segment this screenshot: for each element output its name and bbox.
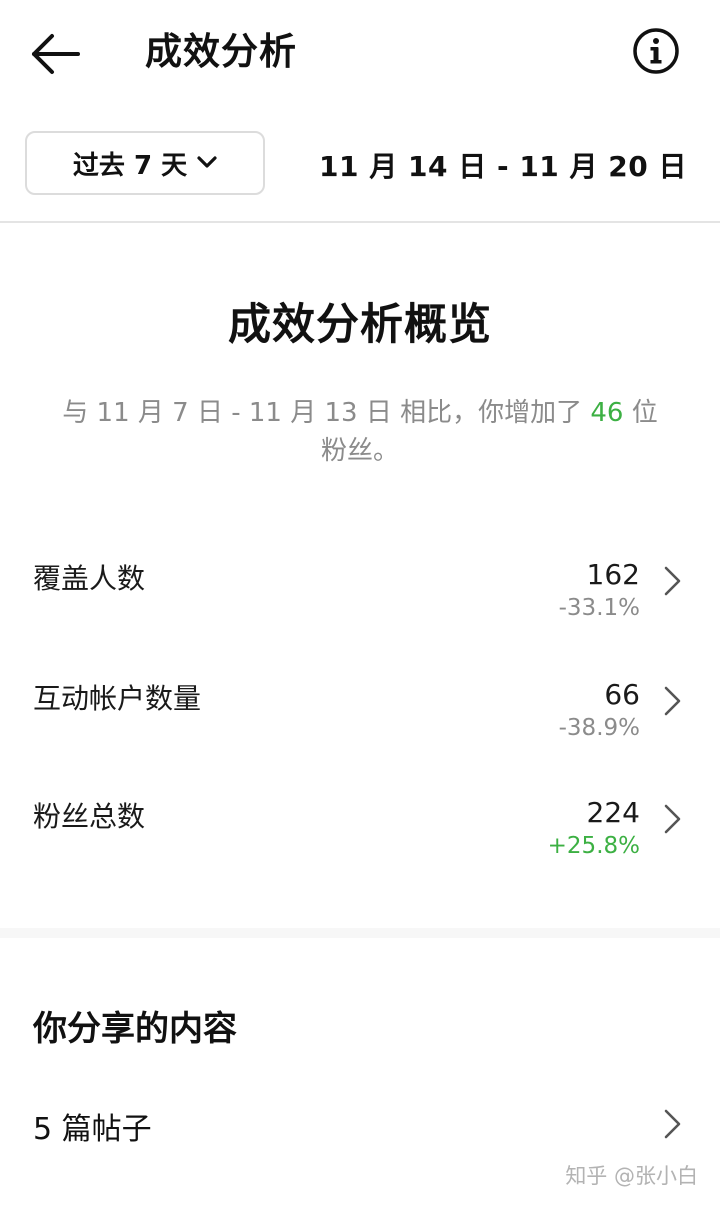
watermark: 知乎 @张小白 <box>565 1164 698 1188</box>
info-circle-icon <box>633 28 679 74</box>
follower-increase-count: 46 <box>590 398 624 428</box>
chevron-right-icon <box>664 1109 681 1139</box>
metric-change: -33.1% <box>558 595 640 621</box>
chevron-down-icon <box>197 156 217 168</box>
divider <box>0 221 720 223</box>
chevron-right-icon <box>664 566 681 596</box>
metric-row-reach[interactable]: 覆盖人数 162 -33.1% <box>0 558 720 660</box>
arrow-left-icon <box>32 34 80 74</box>
info-button[interactable] <box>630 25 682 77</box>
overview-summary: 与 11 月 7 日 - 11 月 13 日 相比，你增加了 46 位粉丝。 <box>60 394 660 470</box>
section-divider <box>0 928 720 938</box>
metric-change: +25.8% <box>547 833 640 859</box>
date-range-selected: 过去 7 天 <box>72 150 188 181</box>
metric-change: -38.9% <box>558 715 640 741</box>
posts-row[interactable]: 5 篇帖子 <box>0 1105 720 1165</box>
back-button[interactable] <box>22 22 86 86</box>
metric-row-engaged-accounts[interactable]: 互动帐户数量 66 -38.9% <box>0 678 720 780</box>
metric-value: 224 <box>586 796 640 829</box>
metric-label: 覆盖人数 <box>33 562 146 595</box>
chevron-right-icon <box>664 686 681 716</box>
metric-label: 粉丝总数 <box>33 800 146 833</box>
date-range-label: 11 月 14 日 - 11 月 20 日 <box>319 150 687 183</box>
overview-title: 成效分析概览 <box>228 300 492 350</box>
posts-count-label: 5 篇帖子 <box>33 1112 152 1147</box>
metric-row-total-followers[interactable]: 粉丝总数 224 +25.8% <box>0 796 720 898</box>
shared-content-title: 你分享的内容 <box>33 1009 237 1049</box>
date-range-dropdown[interactable]: 过去 7 天 <box>25 131 265 195</box>
metric-value: 162 <box>586 558 640 591</box>
metric-value: 66 <box>604 678 640 711</box>
page-title: 成效分析 <box>145 30 297 73</box>
chevron-right-icon <box>664 804 681 834</box>
metric-label: 互动帐户数量 <box>33 682 202 715</box>
summary-prefix: 与 11 月 7 日 - 11 月 13 日 相比，你增加了 <box>62 398 591 428</box>
